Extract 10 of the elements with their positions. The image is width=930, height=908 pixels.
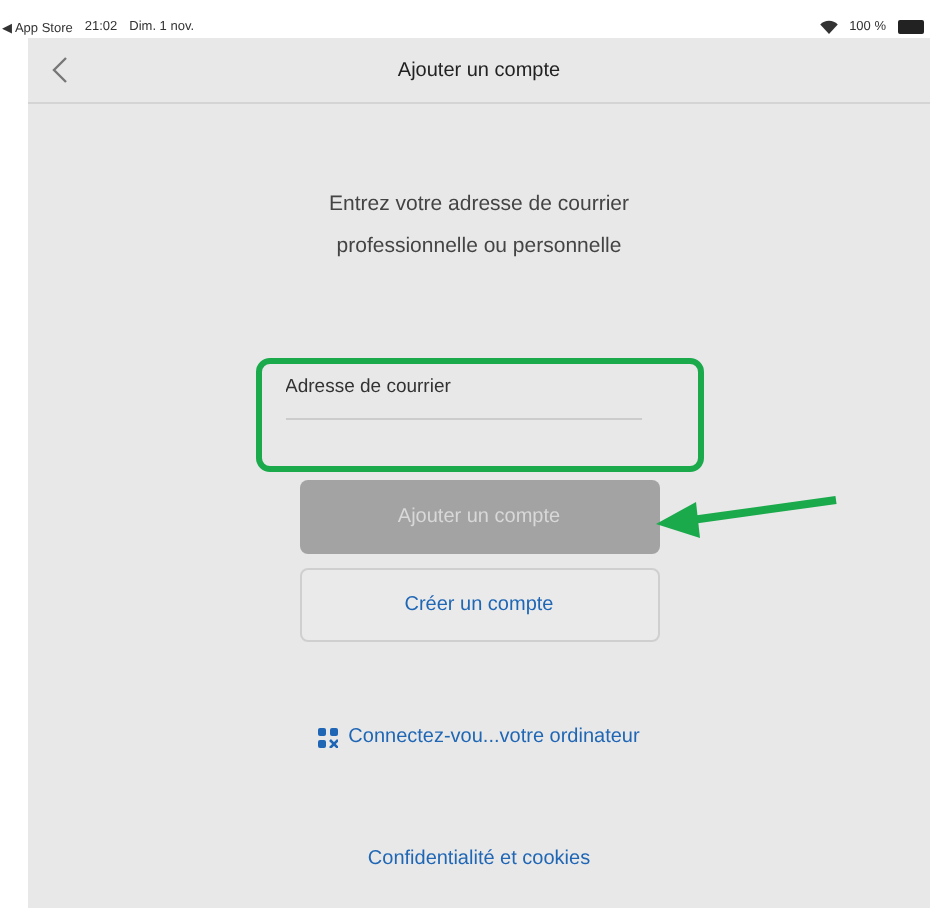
qr-code-icon xyxy=(318,727,339,747)
create-account-button[interactable]: Créer un compte xyxy=(299,568,659,642)
privacy-link[interactable]: Confidentialité et cookies xyxy=(367,848,591,870)
wifi-icon xyxy=(819,20,838,34)
back-icon[interactable] xyxy=(52,56,68,84)
battery-icon xyxy=(898,20,926,34)
screen-title: Ajouter un compte xyxy=(397,59,561,81)
email-field[interactable]: Adresse de courrier xyxy=(285,376,641,420)
connect-computer-link[interactable]: Connectez-vou...votre ordinateur xyxy=(348,726,640,748)
instruction-text: Entrez votre adresse de courrier professionnelle ou personnelle xyxy=(327,190,631,262)
